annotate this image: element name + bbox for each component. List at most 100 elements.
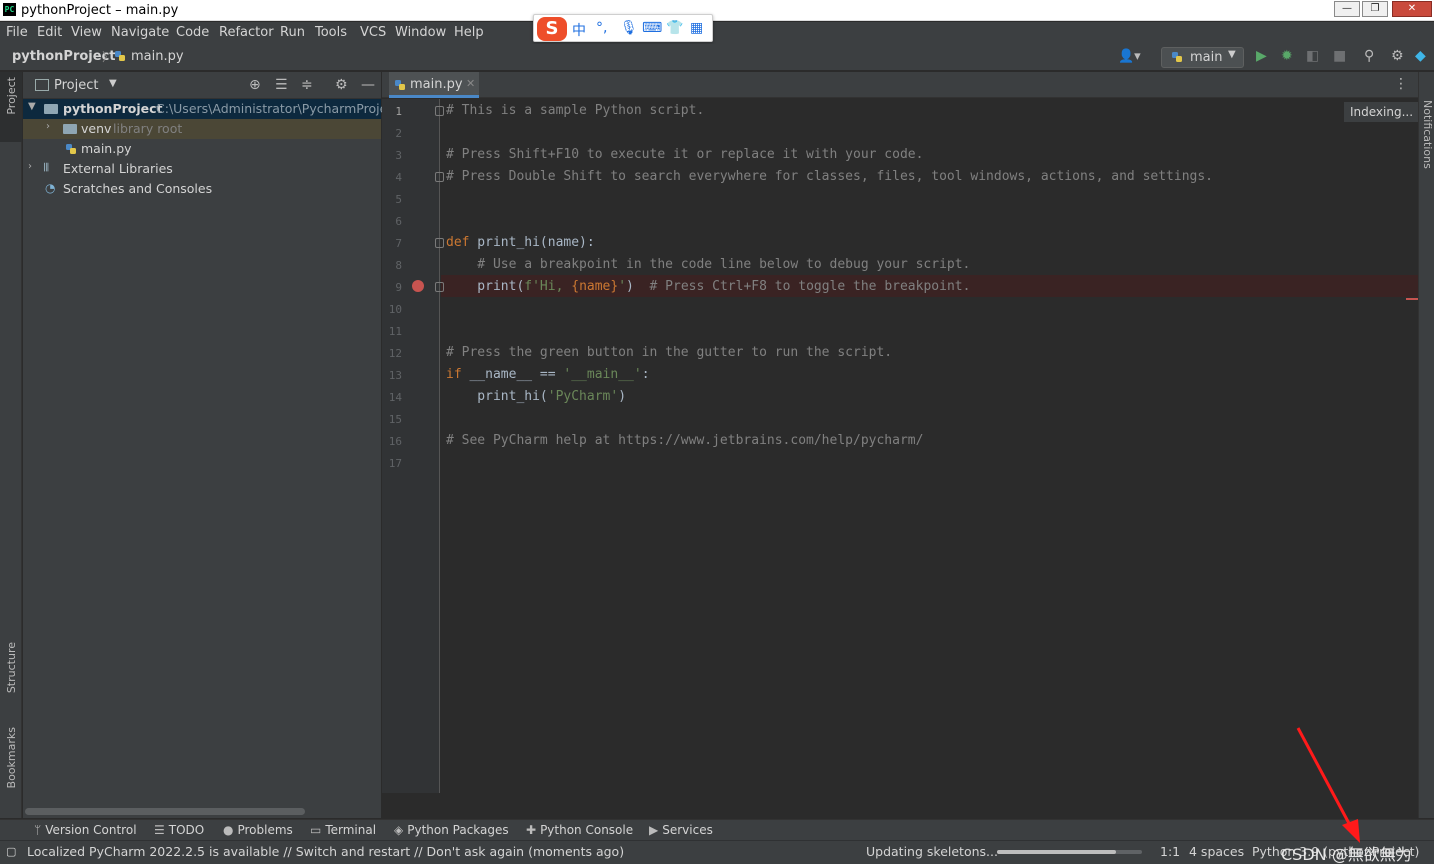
run-configuration-selector[interactable]: main ▼ — [1161, 47, 1244, 68]
background-task-label[interactable]: Updating skeletons... — [866, 844, 998, 859]
editor-tab-bar: main.py ✕ ⋮ — [382, 72, 1418, 98]
gear-icon[interactable]: ⚙ — [1391, 48, 1404, 64]
code-line-7[interactable]: def print_hi(name): — [446, 235, 595, 250]
tree-item-main-py[interactable]: main.py — [23, 139, 381, 159]
background-task-progress[interactable] — [997, 850, 1142, 854]
status-toggle-icon[interactable]: ▢ — [6, 845, 16, 858]
skin-icon[interactable]: 👕 — [666, 20, 683, 36]
structure-tool-button[interactable]: Structure — [5, 642, 18, 693]
ime-chinese-mode[interactable]: 中 — [572, 20, 586, 40]
menu-window[interactable]: Window — [395, 25, 446, 40]
code-line-8[interactable]: # Use a breakpoint in the code line belo… — [446, 257, 970, 272]
menu-file[interactable]: File — [6, 25, 28, 40]
breadcrumb-file[interactable]: main.py — [131, 49, 184, 64]
breadcrumb-separator-icon: 〉 — [102, 50, 115, 64]
status-message[interactable]: Localized PyCharm 2022.2.5 is available … — [27, 844, 624, 859]
minimize-button[interactable]: — — [1334, 1, 1360, 17]
python-packages-tool-button[interactable]: ◈ Python Packages — [394, 823, 509, 837]
menu-help[interactable]: Help — [454, 25, 484, 40]
project-view-selector[interactable]: Project — [54, 78, 98, 93]
chevron-down-icon[interactable]: ▼ — [28, 101, 36, 112]
chevron-right-icon[interactable]: › — [46, 121, 50, 132]
fold-icon[interactable] — [435, 106, 444, 116]
horizontal-scrollbar[interactable] — [25, 808, 305, 815]
more-options-icon[interactable]: ⋮ — [1394, 76, 1408, 92]
tree-item-scratches[interactable]: ◔ Scratches and Consoles — [23, 179, 381, 199]
code-line-1[interactable]: # This is a sample Python script. — [446, 103, 704, 118]
layers-icon: ◈ — [394, 823, 404, 837]
python-config-icon — [1172, 52, 1182, 62]
line-number: 17 — [388, 457, 402, 470]
tree-item-project-root[interactable]: ▼ pythonProject C:\Users\Administrator\P… — [23, 99, 399, 119]
tree-item-label: External Libraries — [63, 161, 173, 176]
code-line-4[interactable]: # Press Double Shift to search everywher… — [446, 169, 1213, 184]
tree-item-external-libraries[interactable]: › 𝄃𝄃 External Libraries — [23, 159, 381, 179]
menu-run[interactable]: Run — [280, 25, 305, 40]
problems-tool-button[interactable]: ● Problems — [223, 823, 293, 837]
menu-tools[interactable]: Tools — [315, 25, 347, 40]
notifications-tool-button[interactable]: Notifications — [1421, 100, 1434, 169]
menu-view[interactable]: View — [71, 25, 102, 40]
services-tool-button[interactable]: ▶ Services — [649, 823, 713, 837]
locate-file-icon[interactable]: ⊕ — [249, 77, 261, 93]
menu-code[interactable]: Code — [176, 25, 209, 40]
hide-panel-icon[interactable]: — — [361, 77, 375, 93]
menu-navigate[interactable]: Navigate — [111, 25, 169, 40]
python-console-tool-button[interactable]: ✚ Python Console — [526, 823, 633, 837]
menu-edit[interactable]: Edit — [37, 25, 62, 40]
stop-icon[interactable]: ■ — [1333, 48, 1346, 64]
line-number: 14 — [388, 391, 402, 404]
list-icon: ☰ — [154, 823, 165, 837]
line-number: 9 — [395, 281, 402, 294]
terminal-tool-button[interactable]: ▭ Terminal — [310, 823, 376, 837]
close-tab-icon[interactable]: ✕ — [466, 77, 475, 90]
bookmarks-tool-button[interactable]: Bookmarks — [5, 727, 18, 788]
sogou-logo-icon[interactable]: S — [537, 17, 567, 41]
tab-main-py[interactable]: main.py ✕ — [389, 72, 479, 98]
code-line-12[interactable]: # Press the green button in the gutter t… — [446, 345, 892, 360]
fold-icon[interactable] — [435, 282, 444, 292]
code-line-9[interactable]: print(f'Hi, {name}') # Press Ctrl+F8 to … — [446, 279, 970, 294]
apps-grid-icon[interactable]: ▦ — [690, 20, 703, 36]
ime-toolbar[interactable]: S 中 °, 🎙 ⌨ 👕 ▦ — [533, 14, 713, 42]
line-number: 10 — [388, 303, 402, 316]
coverage-icon[interactable]: ◧ — [1306, 48, 1319, 64]
menu-vcs[interactable]: VCS — [360, 25, 386, 40]
indent-setting[interactable]: 4 spaces — [1189, 844, 1244, 859]
code-line-13[interactable]: if __name__ == '__main__': — [446, 367, 650, 382]
run-icon[interactable]: ▶ — [1256, 48, 1267, 64]
fold-icon[interactable] — [435, 238, 444, 248]
gear-icon[interactable]: ⚙ — [335, 77, 348, 93]
chevron-right-icon[interactable]: › — [28, 161, 32, 172]
keyboard-icon[interactable]: ⌨ — [642, 20, 662, 36]
collapse-all-icon[interactable]: ≑ — [301, 77, 313, 93]
project-panel: Project ▼ ⊕ ☰ ≑ ⚙ — ▼ pythonProject C:\U… — [23, 72, 399, 818]
line-number: 15 — [388, 413, 402, 426]
search-icon[interactable]: ⚲ — [1364, 48, 1374, 64]
code-line-16[interactable]: # See PyCharm help at https://www.jetbra… — [446, 433, 923, 448]
chevron-down-icon: ▼ — [1228, 49, 1236, 60]
fold-icon[interactable] — [435, 172, 444, 182]
version-control-tool-button[interactable]: ᛘ Version Control — [34, 823, 137, 837]
ime-punctuation[interactable]: °, — [596, 20, 607, 36]
expand-all-icon[interactable]: ☰ — [275, 77, 288, 93]
terminal-icon: ▭ — [310, 823, 322, 837]
tree-item-venv[interactable]: › venv library root — [23, 119, 381, 139]
account-icon[interactable]: 👤▾ — [1118, 49, 1141, 64]
breakpoint-icon[interactable] — [412, 280, 424, 292]
folder-icon — [44, 104, 58, 114]
close-button[interactable]: ✕ — [1392, 1, 1432, 17]
breadcrumb-project[interactable]: pythonProject — [12, 49, 116, 64]
debug-icon[interactable]: ✹ — [1281, 48, 1293, 64]
caret-position[interactable]: 1:1 — [1160, 844, 1180, 859]
code-line-14[interactable]: print_hi('PyCharm') — [446, 389, 626, 404]
chevron-down-icon[interactable]: ▼ — [109, 78, 117, 89]
code-line-3[interactable]: # Press Shift+F10 to execute it or repla… — [446, 147, 923, 162]
maximize-button[interactable]: ❐ — [1362, 1, 1388, 17]
jetbrains-toolbox-icon[interactable]: ◆ — [1415, 48, 1426, 64]
project-tool-button[interactable]: Project — [0, 72, 22, 142]
microphone-icon[interactable]: 🎙 — [620, 20, 638, 36]
menu-refactor[interactable]: Refactor — [219, 25, 274, 40]
window-title: pythonProject – main.py — [21, 3, 179, 18]
todo-tool-button[interactable]: ☰ TODO — [154, 823, 204, 837]
